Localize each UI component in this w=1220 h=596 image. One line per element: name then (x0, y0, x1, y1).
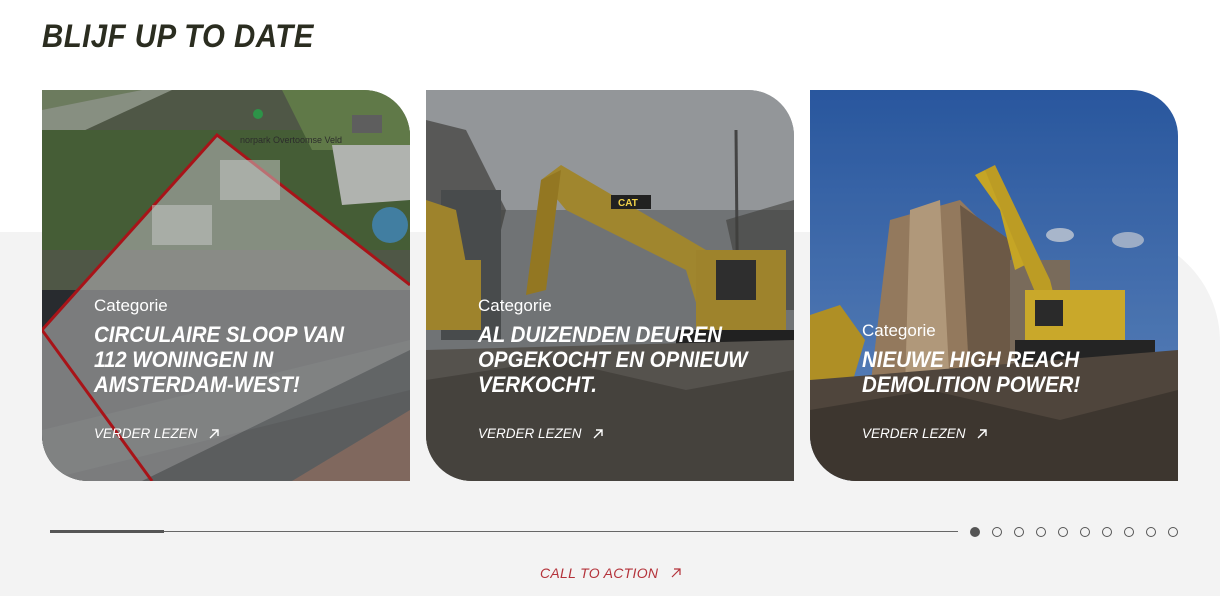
carousel-dot-2[interactable] (992, 527, 1002, 537)
arrow-up-right-icon (977, 428, 987, 438)
card-title[interactable]: AL DUIZENDEN DEUREN OPGEKOCHT EN OPNIEUW… (478, 322, 757, 397)
carousel-dot-3[interactable] (1014, 527, 1024, 537)
news-card-2[interactable]: CAT Categorie AL DUIZENDEN DEUREN OPGEKO… (426, 90, 794, 481)
carousel-dot-7[interactable] (1102, 527, 1112, 537)
arrow-up-right-icon (209, 428, 219, 438)
read-more-link[interactable]: VERDER LEZEN (862, 426, 988, 441)
card-text-block: Categorie CIRCULAIRE SLOOP VAN 112 WONIN… (94, 296, 380, 397)
carousel-dot-4[interactable] (1036, 527, 1046, 537)
card-title[interactable]: CIRCULAIRE SLOOP VAN 112 WONINGEN IN AMS… (94, 322, 373, 397)
carousel-dot-8[interactable] (1124, 527, 1134, 537)
card-image-excavator: CAT (426, 90, 794, 481)
read-more-link[interactable]: VERDER LEZEN (94, 426, 220, 441)
call-to-action-link[interactable]: CALL TO ACTION (540, 565, 682, 581)
carousel-dot-10[interactable] (1168, 527, 1178, 537)
read-more-label: VERDER LEZEN (862, 426, 966, 441)
card-text-block: Categorie NIEUWE HIGH REACH DEMOLITION P… (862, 321, 1148, 397)
read-more-link[interactable]: VERDER LEZEN (478, 426, 604, 441)
card-title[interactable]: NIEUWE HIGH REACH DEMOLITION POWER! (862, 347, 1141, 397)
card-image-high-reach (810, 90, 1178, 481)
arrow-up-right-icon (593, 428, 603, 438)
carousel-dot-6[interactable] (1080, 527, 1090, 537)
carousel-dot-9[interactable] (1146, 527, 1156, 537)
carousel-dot-5[interactable] (1058, 527, 1068, 537)
carousel-pagination (970, 527, 1178, 537)
card-category: Categorie (94, 296, 168, 315)
news-card-1[interactable]: norpark Overtoomse Veld Categorie CIRCUL… (42, 90, 410, 481)
svg-text:CAT: CAT (618, 198, 638, 209)
card-text-block: Categorie AL DUIZENDEN DEUREN OPGEKOCHT … (478, 296, 764, 397)
read-more-label: VERDER LEZEN (478, 426, 582, 441)
carousel-progress-fill (50, 530, 165, 533)
section-title: BLIJF UP TO DATE (42, 18, 314, 54)
card-category: Categorie (862, 321, 936, 340)
arrow-up-right-icon (671, 568, 681, 578)
cta-label: CALL TO ACTION (540, 565, 659, 581)
card-image-aerial-map: norpark Overtoomse Veld (42, 90, 410, 481)
card-category: Categorie (478, 296, 552, 315)
read-more-label: VERDER LEZEN (94, 426, 198, 441)
carousel-dot-1[interactable] (970, 527, 980, 537)
carousel-progress-bar[interactable] (50, 530, 958, 533)
news-card-3[interactable]: Categorie NIEUWE HIGH REACH DEMOLITION P… (810, 90, 1178, 481)
